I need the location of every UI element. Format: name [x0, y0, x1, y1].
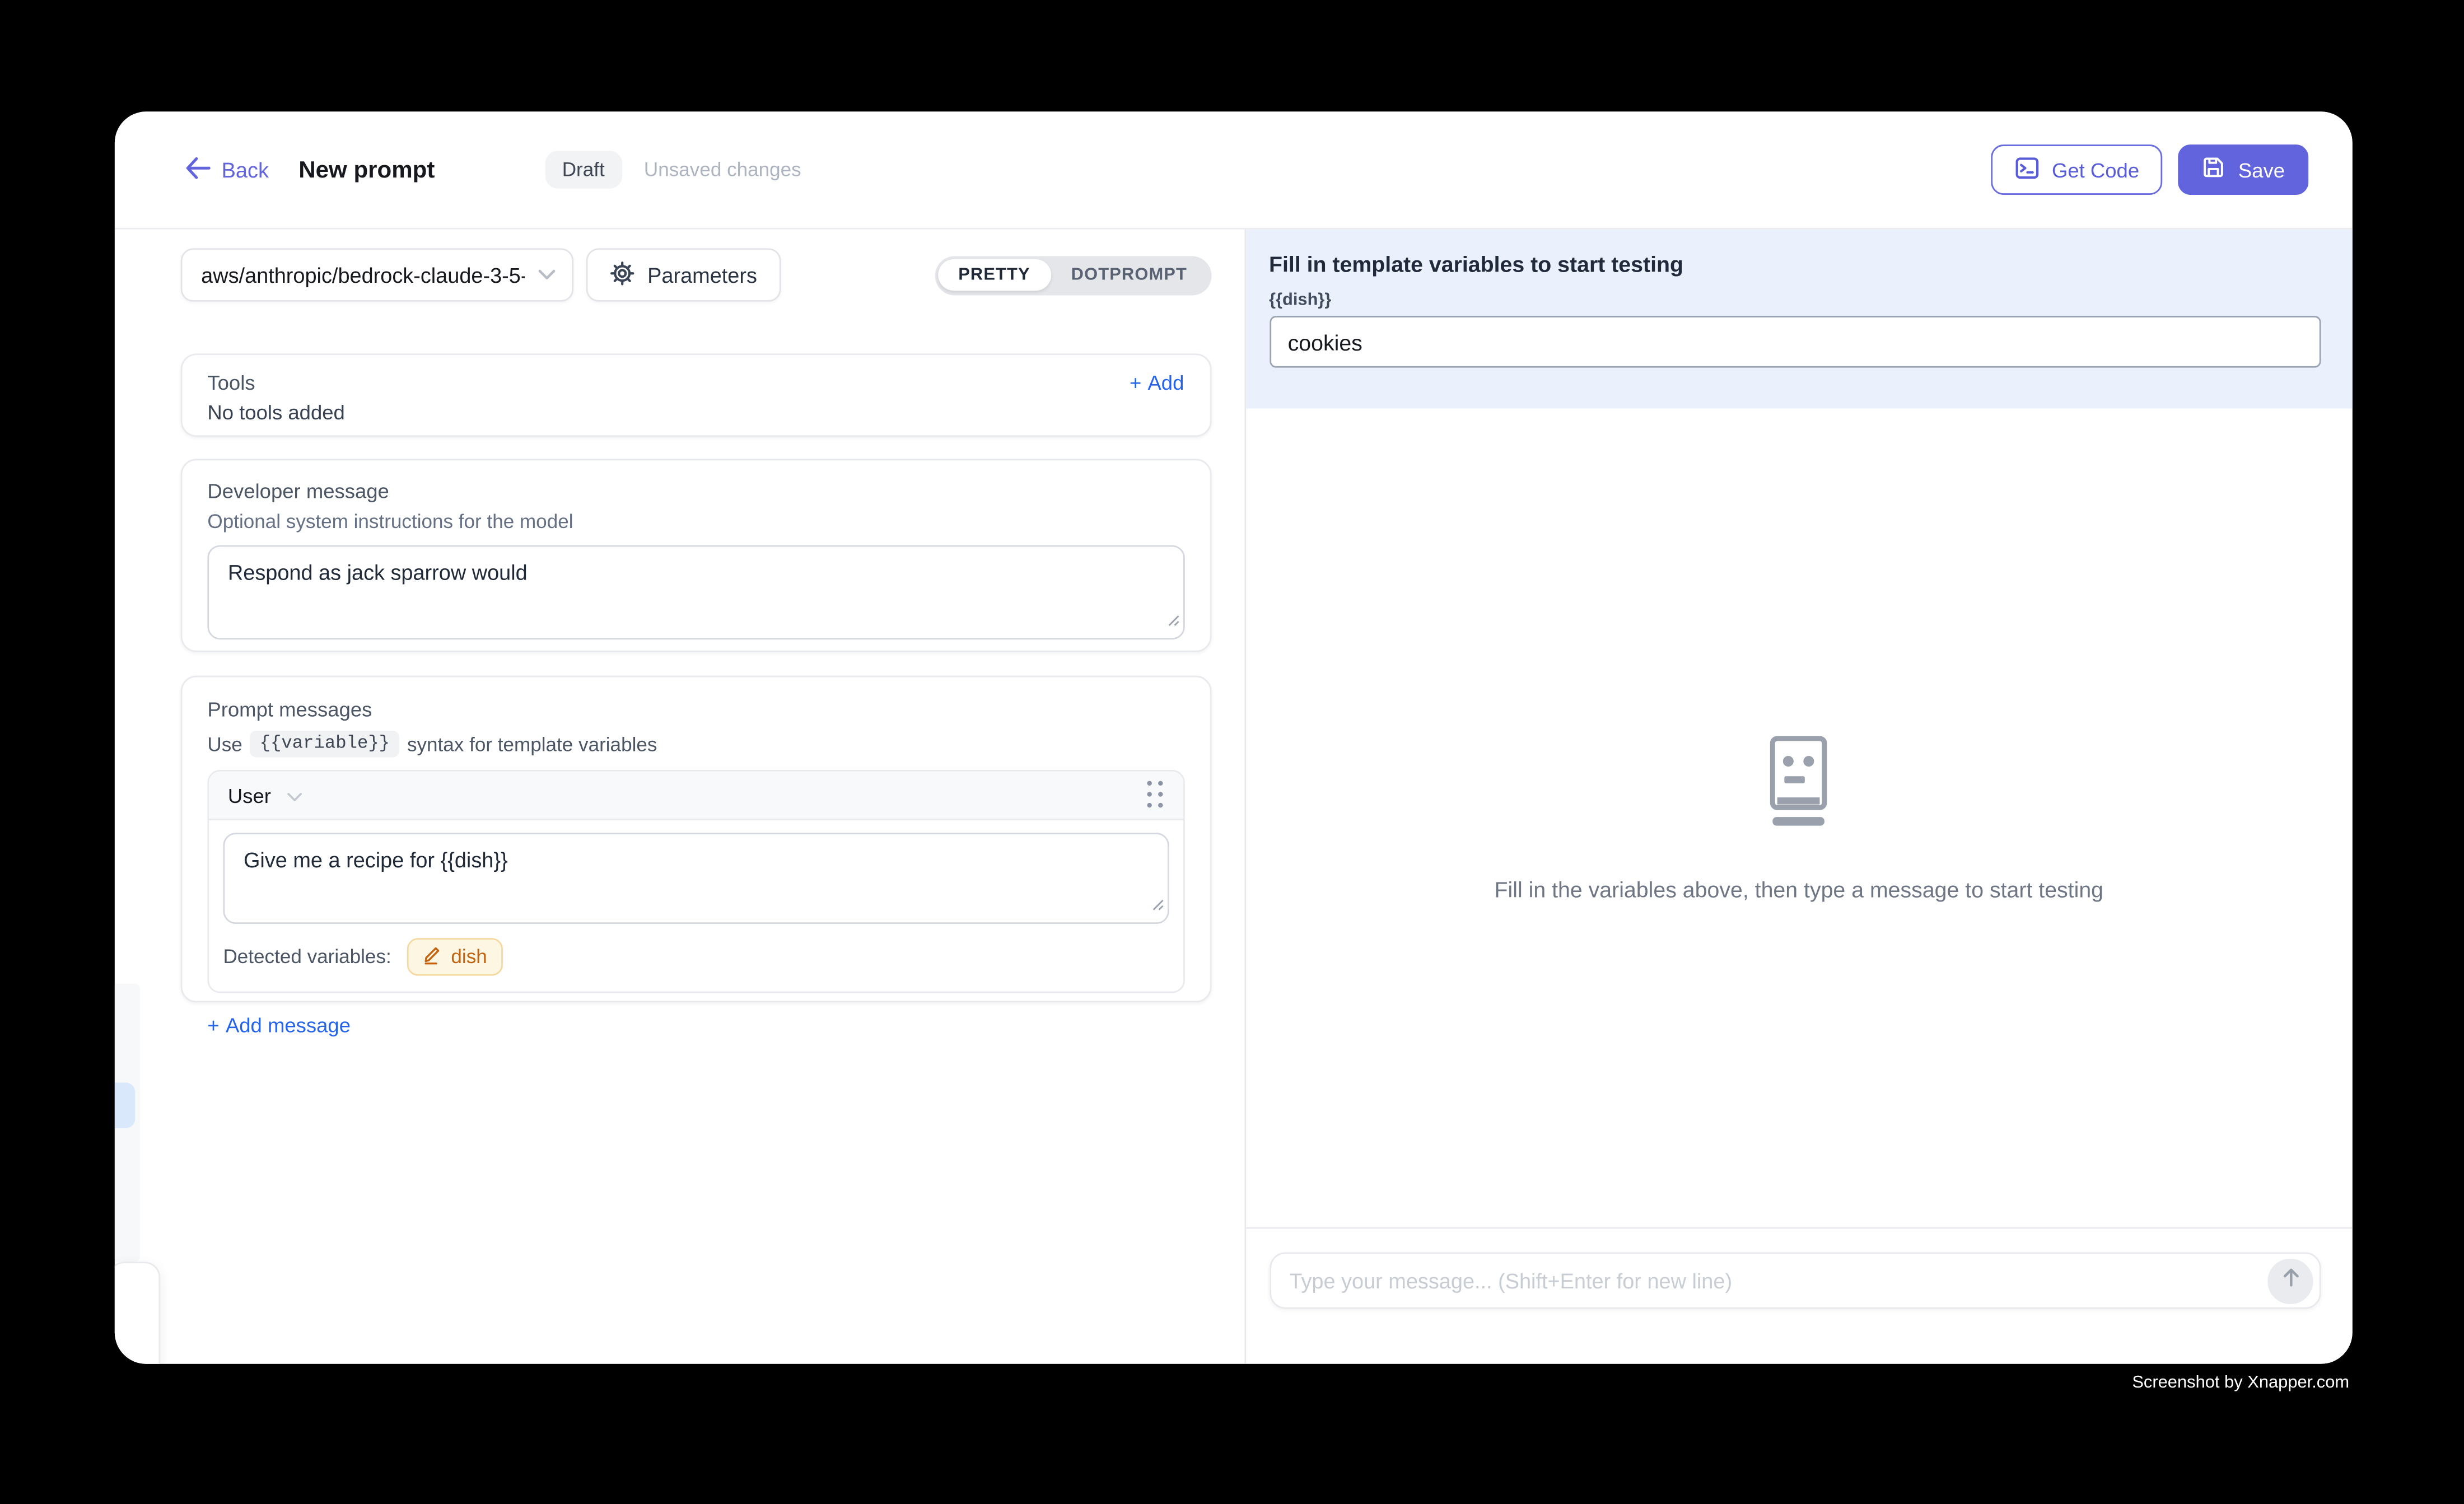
- detected-variables-row: Detected variables: dish: [223, 938, 1168, 975]
- back-button[interactable]: Back: [185, 156, 269, 183]
- toggle-dotprompt[interactable]: DOTPROMPT: [1051, 259, 1207, 291]
- tools-card: Tools + Add No tools added: [181, 353, 1211, 437]
- developer-message-input[interactable]: Respond as jack sparrow would: [207, 545, 1184, 639]
- terminal-icon: [2014, 155, 2040, 184]
- robot-face-icon: [1767, 734, 1831, 835]
- message-block: User Give me a recipe for {{: [207, 770, 1184, 993]
- variables-title: Fill in template variables to start test…: [1269, 251, 2321, 277]
- developer-message-subtitle: Optional system instructions for the mod…: [207, 511, 1184, 533]
- plus-icon: +: [1130, 371, 1141, 394]
- chat-message-input[interactable]: [1289, 1269, 2267, 1292]
- role-selector[interactable]: User: [228, 783, 304, 807]
- variable-name-label: {{dish}}: [1269, 291, 2321, 310]
- developer-message-title: Developer message: [207, 479, 1184, 503]
- format-toggle: PRETTY DOTPROMPT: [935, 255, 1211, 295]
- page-title: New prompt: [298, 156, 435, 183]
- back-arrow-icon: [185, 156, 211, 183]
- tools-title: Tools: [207, 371, 255, 394]
- screenshot-stage: Back New prompt Draft Unsaved changes Ge…: [0, 0, 2464, 1503]
- parameters-label: Parameters: [647, 263, 757, 287]
- prompt-messages-card: Prompt messages Use {{variable}} syntax …: [181, 676, 1211, 1003]
- empty-state-text: Fill in the variables above, then type a…: [1495, 877, 2104, 902]
- add-tool-button[interactable]: + Add: [1130, 371, 1184, 394]
- hint-prefix: Use: [207, 733, 242, 755]
- header-bar: Back New prompt Draft Unsaved changes Ge…: [115, 111, 2353, 229]
- edit-pencil-icon: [423, 944, 442, 969]
- message-header: User: [209, 772, 1182, 820]
- watermark: Screenshot by Xnapper.com: [2132, 1374, 2349, 1393]
- chevron-down-icon: [538, 261, 557, 289]
- resize-handle-icon[interactable]: [1165, 606, 1179, 635]
- plus-icon: +: [207, 1013, 219, 1037]
- back-label: Back: [222, 158, 269, 181]
- status-badge: Draft: [545, 151, 622, 188]
- message-input[interactable]: Give me a recipe for {{dish}}: [223, 833, 1168, 924]
- add-message-button[interactable]: + Add message: [207, 1013, 1184, 1037]
- hint-suffix: syntax for template variables: [407, 733, 657, 755]
- composer-bar: [1269, 1252, 2321, 1309]
- prompt-messages-title: Prompt messages: [207, 698, 1184, 721]
- save-button[interactable]: Save: [2178, 144, 2308, 195]
- arrow-up-icon: [2279, 1265, 2301, 1295]
- composer-section: [1245, 1227, 2353, 1364]
- resize-handle-icon[interactable]: [1150, 891, 1164, 919]
- unsaved-changes-note: Unsaved changes: [644, 158, 801, 180]
- variable-chip-dish[interactable]: dish: [407, 938, 503, 975]
- parameters-button[interactable]: Parameters: [586, 248, 781, 301]
- app-window: Back New prompt Draft Unsaved changes Ge…: [115, 111, 2353, 1363]
- prompt-editor-panel: aws/anthropic/bedrock-claude-3-5-s...: [115, 230, 1245, 1364]
- save-label: Save: [2238, 158, 2285, 181]
- model-toolbar: aws/anthropic/bedrock-claude-3-5-s...: [181, 248, 1211, 301]
- developer-message-card: Developer message Optional system instru…: [181, 459, 1211, 652]
- chevron-down-icon: [287, 783, 304, 807]
- toggle-pretty[interactable]: PRETTY: [938, 259, 1051, 291]
- tools-empty-text: No tools added: [207, 401, 1184, 424]
- template-hint: Use {{variable}} syntax for template var…: [207, 731, 1184, 758]
- send-button[interactable]: [2267, 1258, 2313, 1303]
- detected-variables-label: Detected variables:: [223, 946, 391, 968]
- get-code-button[interactable]: Get Code: [1991, 144, 2163, 195]
- template-variables-section: Fill in template variables to start test…: [1245, 230, 2353, 409]
- chat-empty-area: Fill in the variables above, then type a…: [1245, 409, 2353, 1227]
- variable-syntax-chip: {{variable}}: [250, 731, 399, 758]
- model-selector[interactable]: aws/anthropic/bedrock-claude-3-5-s...: [181, 248, 574, 301]
- add-message-label: Add message: [226, 1013, 351, 1037]
- gear-icon: [610, 260, 635, 289]
- sidebar-popover: [115, 1262, 160, 1363]
- variable-chip-label: dish: [451, 946, 487, 968]
- main-split: aws/anthropic/bedrock-claude-3-5-s...: [115, 230, 2353, 1364]
- test-panel: Fill in template variables to start test…: [1245, 230, 2353, 1364]
- drag-handle[interactable]: [1146, 781, 1164, 810]
- variable-value-input[interactable]: [1269, 316, 2321, 368]
- sidebar-active-item[interactable]: [115, 1082, 134, 1128]
- header-actions: Get Code Save: [1991, 144, 2309, 195]
- model-selector-value: aws/anthropic/bedrock-claude-3-5-s...: [201, 263, 525, 287]
- role-value: User: [228, 783, 271, 807]
- get-code-label: Get Code: [2052, 158, 2139, 181]
- save-icon: [2202, 156, 2225, 184]
- message-body: Give me a recipe for {{dish}} Detected v…: [209, 820, 1182, 976]
- add-tool-label: Add: [1147, 371, 1184, 394]
